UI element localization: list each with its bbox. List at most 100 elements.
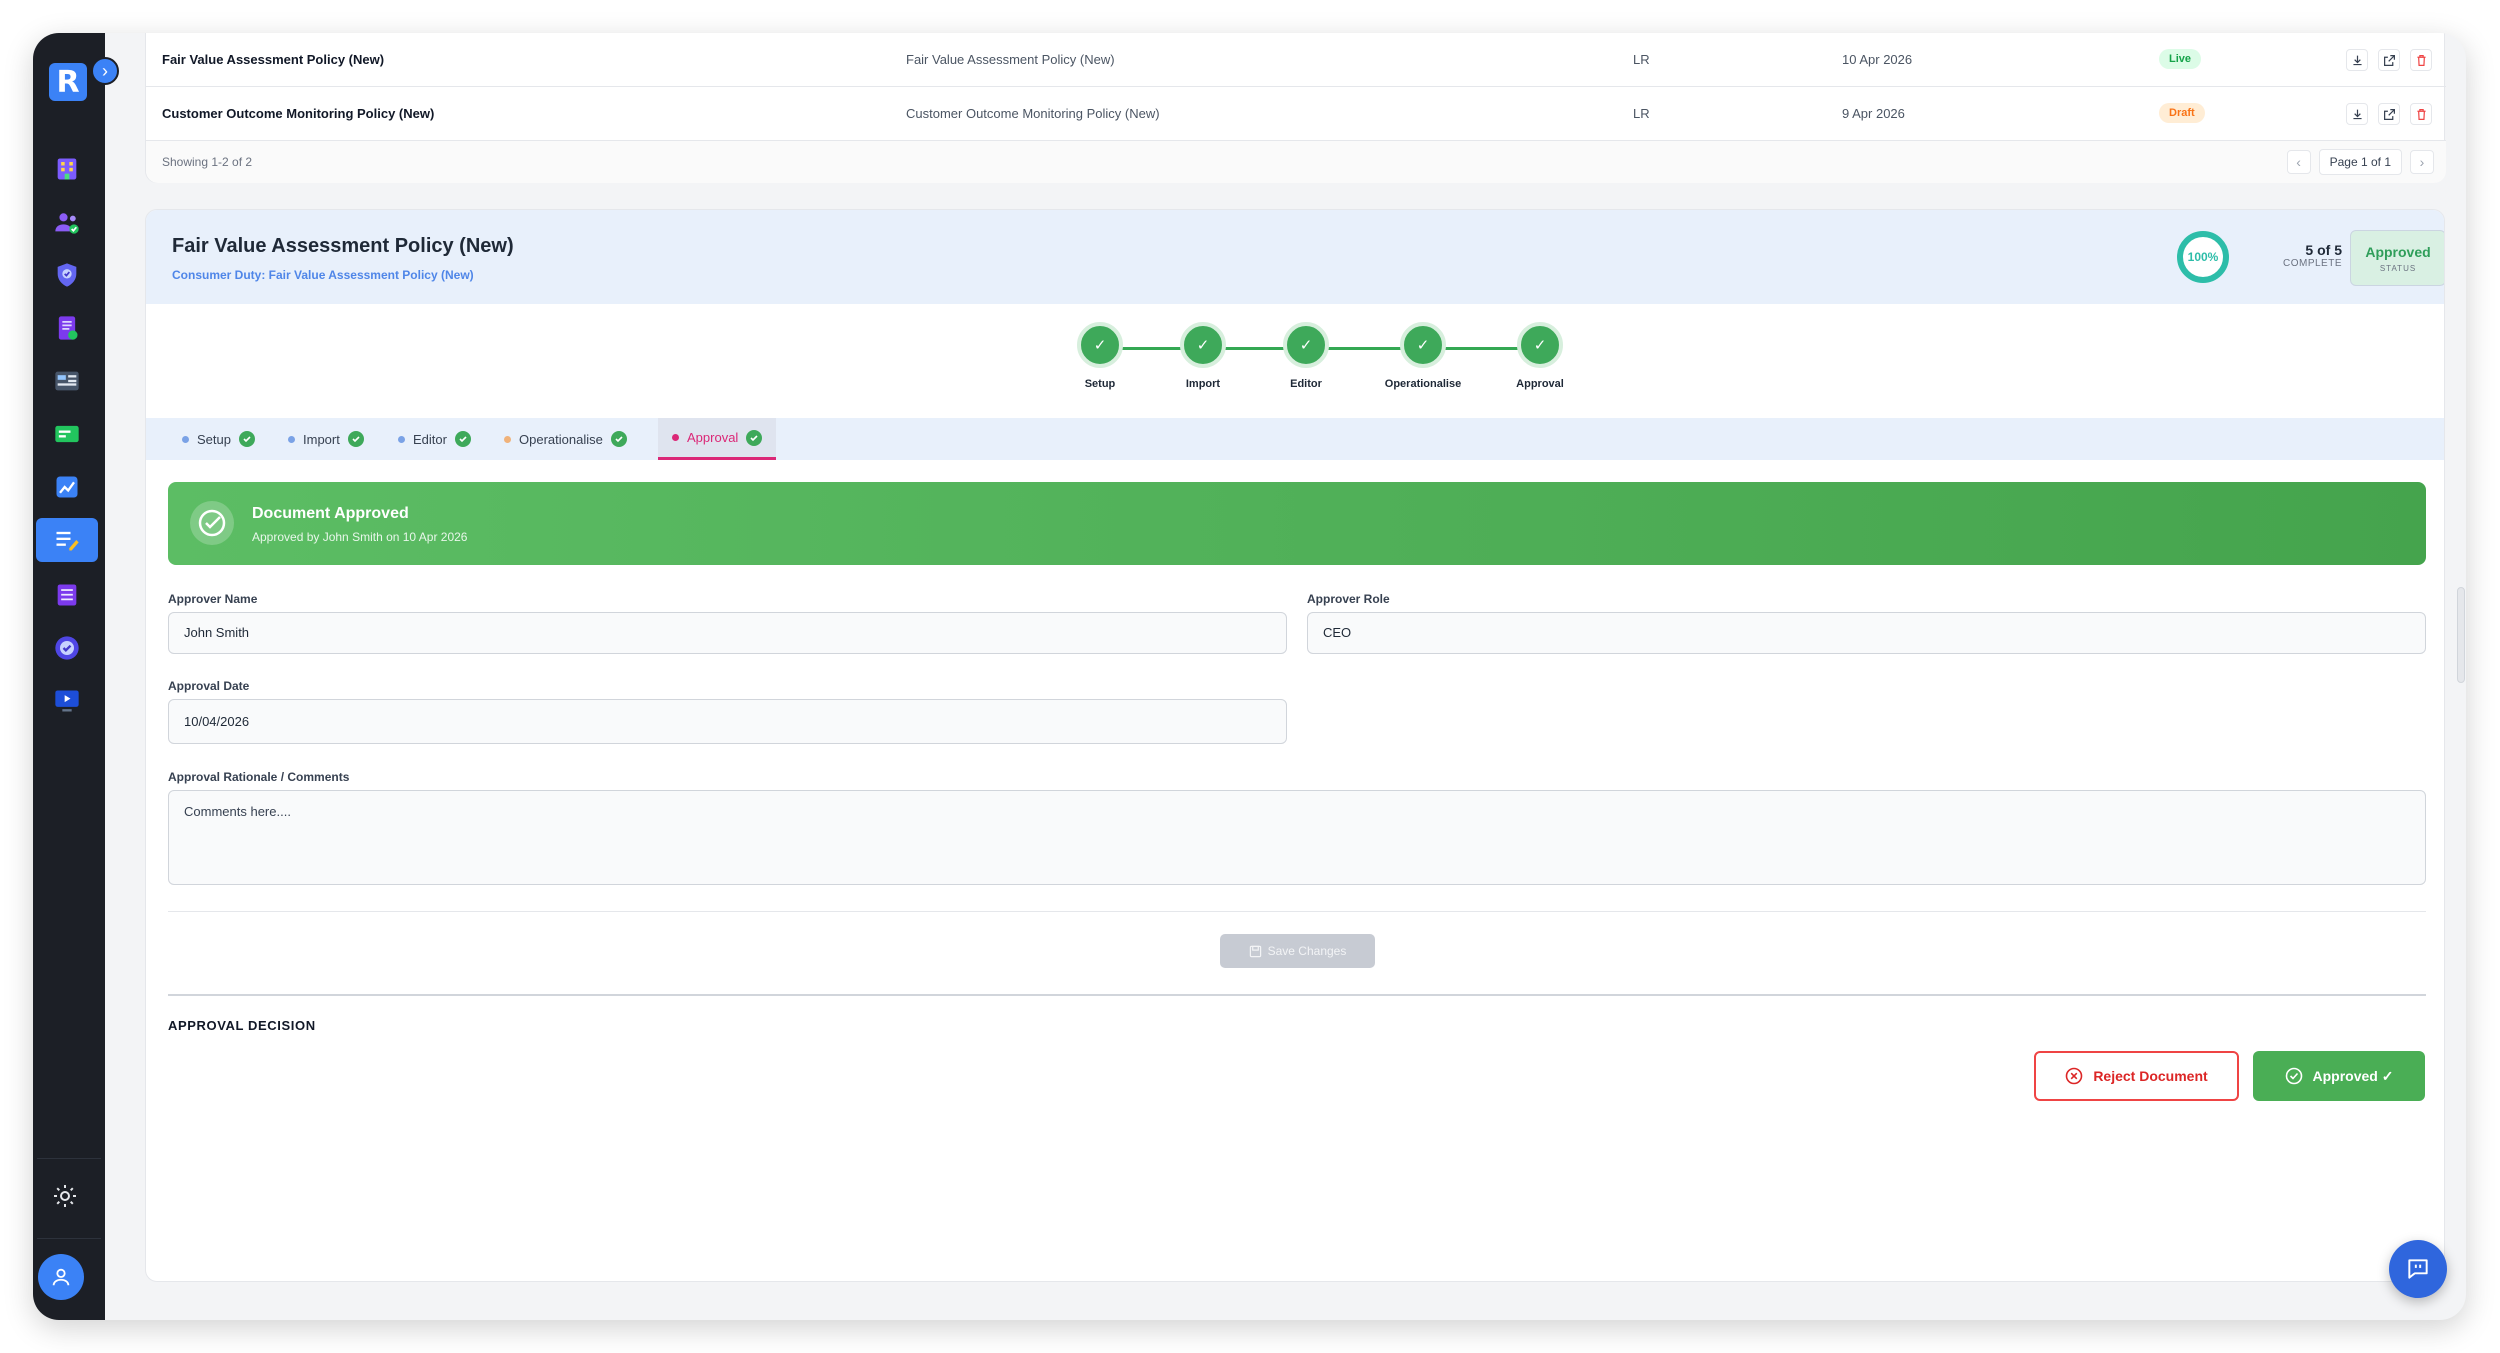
download-icon xyxy=(2352,109,2362,119)
tab-label: Import xyxy=(303,431,340,447)
user-profile-button[interactable] xyxy=(38,1254,84,1300)
completion-count: 5 of 5 COMPLETE xyxy=(2262,242,2342,269)
theme-toggle[interactable] xyxy=(47,1178,83,1214)
pagination: ‹ Page 1 of 1 › xyxy=(2286,149,2434,175)
row-owner: LR xyxy=(1633,52,1650,67)
page-title: Fair Value Assessment Policy (New) xyxy=(172,235,514,257)
showing-count: Showing 1-2 of 2 xyxy=(162,155,253,169)
check-icon: ✓ xyxy=(1283,322,1329,368)
delete-button[interactable] xyxy=(2410,49,2432,71)
approved-button[interactable]: Approved ✓ xyxy=(2253,1051,2425,1101)
sidebar: R › xyxy=(33,33,119,1320)
chat-icon xyxy=(2408,1259,2428,1279)
target-icon xyxy=(55,636,79,660)
open-external-button[interactable] xyxy=(2378,49,2400,71)
download-button[interactable] xyxy=(2346,49,2368,71)
policy-detail-panel: Fair Value Assessment Policy (New) Consu… xyxy=(145,209,2445,1282)
prev-page-button[interactable]: ‹ xyxy=(2286,150,2311,174)
check-circle-icon xyxy=(454,431,471,447)
tab-setup[interactable]: Setup xyxy=(168,418,269,460)
tab-operationalise[interactable]: Operationalise xyxy=(490,418,641,460)
progress-percent: 100% xyxy=(2187,250,2219,264)
sidebar-item-target[interactable] xyxy=(36,626,98,670)
tab-approval[interactable]: Approval xyxy=(658,418,777,460)
tab-label: Operationalise xyxy=(519,431,603,447)
edit-list-icon xyxy=(56,531,79,551)
chat-button[interactable] xyxy=(2389,1240,2447,1298)
sidebar-item-cards[interactable] xyxy=(36,412,98,456)
comments-textarea[interactable]: Comments here.... xyxy=(168,790,2426,885)
row-actions xyxy=(2346,103,2432,125)
open-external-button[interactable] xyxy=(2378,103,2400,125)
check-circle-icon xyxy=(746,429,763,446)
completion-count-value: 5 of 5 xyxy=(2305,242,2342,258)
user-icon xyxy=(52,1268,70,1286)
comments-label: Approval Rationale / Comments xyxy=(168,770,350,784)
table-row[interactable]: Customer Outcome Monitoring Policy (New)… xyxy=(146,87,2446,141)
step-label: Operationalise xyxy=(1384,378,1462,390)
sidebar-item-building[interactable] xyxy=(36,147,98,191)
sidebar-item-dashboard[interactable] xyxy=(36,359,98,403)
sidebar-expand-button[interactable]: › xyxy=(91,57,119,85)
card-icon xyxy=(55,425,79,443)
table-footer: Showing 1-2 of 2 ‹ Page 1 of 1 › xyxy=(146,141,2446,183)
check-icon: ✓ xyxy=(1180,322,1226,368)
tab-bullet xyxy=(398,435,405,443)
table-row[interactable]: Fair Value Assessment Policy (New) Fair … xyxy=(146,33,2446,87)
step-approval[interactable]: ✓ Approval xyxy=(1480,322,1600,390)
save-changes-button[interactable]: Save Changes xyxy=(1220,934,1375,968)
step-operationalise[interactable]: ✓ Operationalise xyxy=(1363,322,1483,390)
tab-import[interactable]: Import xyxy=(274,418,378,460)
status-badge: Draft xyxy=(2159,103,2205,123)
divider xyxy=(168,911,2426,912)
step-import[interactable]: ✓ Import xyxy=(1143,322,1263,390)
tab-bullet xyxy=(288,435,295,443)
row-title: Customer Outcome Monitoring Policy (New) xyxy=(162,106,435,121)
status-label: STATUS xyxy=(2379,264,2417,273)
approver-name-field[interactable]: John Smith xyxy=(168,612,1287,654)
tab-editor[interactable]: Editor xyxy=(384,418,485,460)
delete-button[interactable] xyxy=(2410,103,2432,125)
detail-header: Fair Value Assessment Policy (New) Consu… xyxy=(146,210,2444,304)
sidebar-item-policies[interactable] xyxy=(36,518,98,562)
step-label: Approval xyxy=(1516,378,1564,390)
banner-title: Document Approved xyxy=(252,505,409,522)
external-link-icon xyxy=(2383,108,2395,120)
tab-bullet xyxy=(182,435,189,443)
trash-icon xyxy=(2416,54,2426,66)
row-date: 9 Apr 2026 xyxy=(1842,106,1905,121)
sidebar-item-documents[interactable] xyxy=(36,306,98,350)
check-circle-icon xyxy=(610,431,627,447)
next-page-button[interactable]: › xyxy=(2410,150,2434,174)
banner-subtitle: Approved by John Smith on 10 Apr 2026 xyxy=(252,530,468,544)
policies-table: Fair Value Assessment Policy (New) Fair … xyxy=(145,33,2446,183)
approver-role-label: Approver Role xyxy=(1307,592,1390,606)
app-logo[interactable]: R xyxy=(49,63,87,101)
sidebar-divider xyxy=(37,1158,101,1159)
document-icon xyxy=(58,316,78,340)
sidebar-item-security[interactable] xyxy=(36,253,98,297)
download-icon xyxy=(2352,55,2362,65)
sidebar-item-users[interactable] xyxy=(36,200,98,244)
approval-date-field[interactable]: 10/04/2026 xyxy=(168,699,1287,744)
dashboard-icon xyxy=(55,371,79,391)
status-value: Approved xyxy=(2365,244,2431,260)
status-box: Approved STATUS xyxy=(2350,230,2444,286)
sidebar-item-analytics[interactable] xyxy=(36,465,98,509)
building-icon xyxy=(57,158,77,180)
reject-document-button[interactable]: Reject Document xyxy=(2034,1051,2239,1101)
sidebar-item-training[interactable] xyxy=(36,679,98,723)
check-circle-icon xyxy=(2285,1067,2302,1085)
step-editor[interactable]: ✓ Editor xyxy=(1246,322,1366,390)
tab-label: Setup xyxy=(197,431,231,447)
approver-role-field[interactable]: CEO xyxy=(1307,612,2426,654)
tab-bullet xyxy=(504,435,511,443)
check-circle-icon xyxy=(347,431,364,447)
download-button[interactable] xyxy=(2346,103,2368,125)
row-owner: LR xyxy=(1633,106,1650,121)
step-setup[interactable]: ✓ Setup xyxy=(1040,322,1160,390)
scrollbar-thumb[interactable] xyxy=(2457,587,2465,683)
tab-label: Approval xyxy=(687,430,739,445)
sidebar-item-checklist[interactable] xyxy=(36,573,98,617)
completion-count-label: COMPLETE xyxy=(2282,258,2342,269)
